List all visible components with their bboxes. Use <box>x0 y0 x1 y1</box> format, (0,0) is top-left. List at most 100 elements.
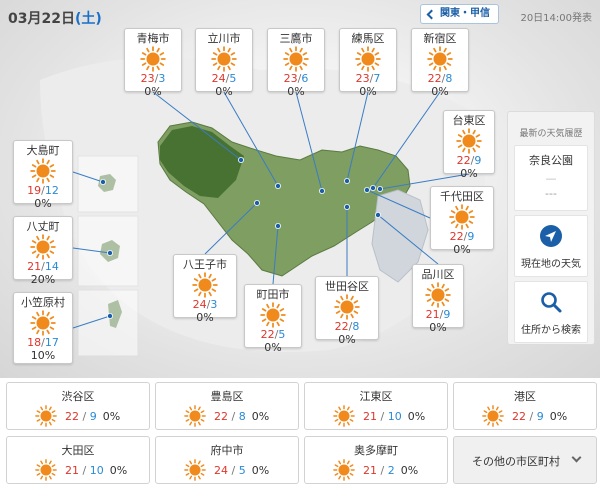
precip-probability: 0% <box>264 341 282 354</box>
more-municipalities-label: その他の市区町村 <box>472 455 560 468</box>
municipality-forecast: 22 / 9 0% <box>65 410 120 423</box>
precip-probability: 0% <box>549 410 568 423</box>
low-temp: 8 <box>445 72 453 85</box>
city-card[interactable]: 立川市 24/5 0% <box>195 28 253 98</box>
low-temp: 9 <box>89 410 97 423</box>
high-temp: 22 <box>456 154 471 167</box>
city-card[interactable]: 青梅市 23/3 0% <box>124 28 182 98</box>
city-card[interactable]: 八王子市 24/3 0% <box>173 254 237 324</box>
precip-probability: 0% <box>429 321 447 334</box>
city-card[interactable]: 台東区 22/9 0% <box>443 110 495 180</box>
sunny-icon <box>456 128 482 154</box>
sunny-icon <box>334 294 360 320</box>
precip-probability: 0% <box>460 167 478 180</box>
precip-probability: 0% <box>251 410 270 423</box>
sunny-icon <box>482 405 504 427</box>
sunny-icon <box>30 234 56 260</box>
high-temp: 21 <box>27 260 42 273</box>
day-of-week: 土 <box>81 11 96 27</box>
precip-probability: 0% <box>453 243 471 256</box>
city-card[interactable]: 品川区 21/9 0% <box>412 264 464 334</box>
search-icon <box>541 292 562 313</box>
sunny-icon <box>449 204 475 230</box>
city-card[interactable]: 大島町 19/12 0% <box>13 140 73 210</box>
municipality-name: 渋谷区 <box>61 390 95 403</box>
city-card[interactable]: 練馬区 23/7 0% <box>339 28 397 98</box>
location-pin <box>100 178 107 185</box>
sunny-icon <box>35 405 57 427</box>
precip-probability: 0% <box>400 464 419 477</box>
high-temp: 24 <box>192 298 207 311</box>
city-card[interactable]: 小笠原村 18/17 10% <box>13 292 73 364</box>
high-temp: 22 <box>214 410 228 423</box>
forecast-date: 03月22日(土) <box>8 8 102 28</box>
region-back-button[interactable]: 関東・甲信 <box>420 4 499 24</box>
temperature-range: 21/9 <box>413 308 463 321</box>
sunny-icon <box>355 46 381 72</box>
recent-history-title: 最新の天気履歴 <box>519 129 583 139</box>
location-pin <box>107 312 114 319</box>
low-temp: 17 <box>44 336 59 349</box>
low-temp: 3 <box>210 298 218 311</box>
city-name: 立川市 <box>207 32 241 45</box>
location-pin <box>343 177 350 184</box>
municipality-forecast: 21 / 10 0% <box>65 464 127 477</box>
precip-probability: 0% <box>338 333 356 346</box>
temperature-range: 23/3 <box>125 72 181 85</box>
precip-probability: 0% <box>287 85 305 98</box>
temperature-range: 24/5 <box>196 72 252 85</box>
city-card[interactable]: 新宿区 22/8 0% <box>411 28 469 98</box>
municipality-cell[interactable]: 府中市 24 / 5 0% <box>155 436 299 484</box>
temperature-range: 19/12 <box>14 184 72 197</box>
municipality-name: 大田区 <box>61 444 95 457</box>
precip-probability: 0% <box>144 85 162 98</box>
temperature-range: 22/8 <box>316 320 378 333</box>
more-municipalities-button[interactable]: その他の市区町村 <box>453 436 597 484</box>
city-card[interactable]: 千代田区 22/9 0% <box>430 186 494 256</box>
low-temp: 10 <box>387 410 402 423</box>
location-pin <box>363 186 370 193</box>
chevron-left-icon <box>426 9 437 19</box>
sunny-icon <box>30 158 56 184</box>
high-temp: 21 <box>363 410 377 423</box>
navigation-arrow-icon <box>540 225 562 247</box>
municipality-name: 豊島区 <box>210 390 244 403</box>
city-name: 青梅市 <box>136 32 170 45</box>
low-temp: 5 <box>278 328 286 341</box>
precip-probability: 0% <box>34 197 52 210</box>
sunny-icon <box>184 459 206 481</box>
history-value: --- <box>545 187 557 200</box>
municipality-cell[interactable]: 港区 22 / 9 0% <box>453 382 597 430</box>
city-card[interactable]: 世田谷区 22/8 0% <box>315 276 379 346</box>
sunny-icon <box>333 459 355 481</box>
high-temp: 23 <box>283 72 298 85</box>
municipality-cell[interactable]: 豊島区 22 / 8 0% <box>155 382 299 430</box>
municipality-grid: その他の市区町村 渋谷区 22 / 9 0% 豊島区 22 / 8 0% 江東区 21 / 1… <box>6 382 597 488</box>
precip-probability: 20% <box>30 273 56 286</box>
municipality-cell[interactable]: 大田区 21 / 10 0% <box>6 436 150 484</box>
location-pin <box>318 187 325 194</box>
temp-separator: / <box>82 464 87 477</box>
location-pin <box>237 156 244 163</box>
city-name: 世田谷区 <box>325 280 369 293</box>
high-temp: 22 <box>512 410 526 423</box>
recent-history-item[interactable]: 奈良公園 — --- <box>514 145 588 211</box>
municipality-cell[interactable]: 江東区 21 / 10 0% <box>304 382 448 430</box>
city-name: 八王子市 <box>183 258 227 271</box>
low-temp: 9 <box>467 230 475 243</box>
date-text: 03月22日 <box>8 11 75 27</box>
city-card[interactable]: 町田市 22/5 0% <box>244 284 302 354</box>
city-card[interactable]: 三鷹市 23/6 0% <box>267 28 325 98</box>
city-name: 千代田区 <box>440 190 484 203</box>
city-name: 三鷹市 <box>279 32 313 45</box>
municipality-name: 奥多摩町 <box>354 444 398 457</box>
address-search-button[interactable]: 住所から検索 <box>514 281 588 343</box>
sunny-icon <box>192 272 218 298</box>
temp-separator: / <box>380 464 385 477</box>
city-card[interactable]: 八丈町 21/14 20% <box>13 216 73 286</box>
sunny-icon <box>140 46 166 72</box>
current-location-button[interactable]: 現在地の天気 <box>514 215 588 277</box>
municipality-cell[interactable]: 奥多摩町 21 / 2 0% <box>304 436 448 484</box>
high-temp: 18 <box>27 336 42 349</box>
municipality-cell[interactable]: 渋谷区 22 / 9 0% <box>6 382 150 430</box>
